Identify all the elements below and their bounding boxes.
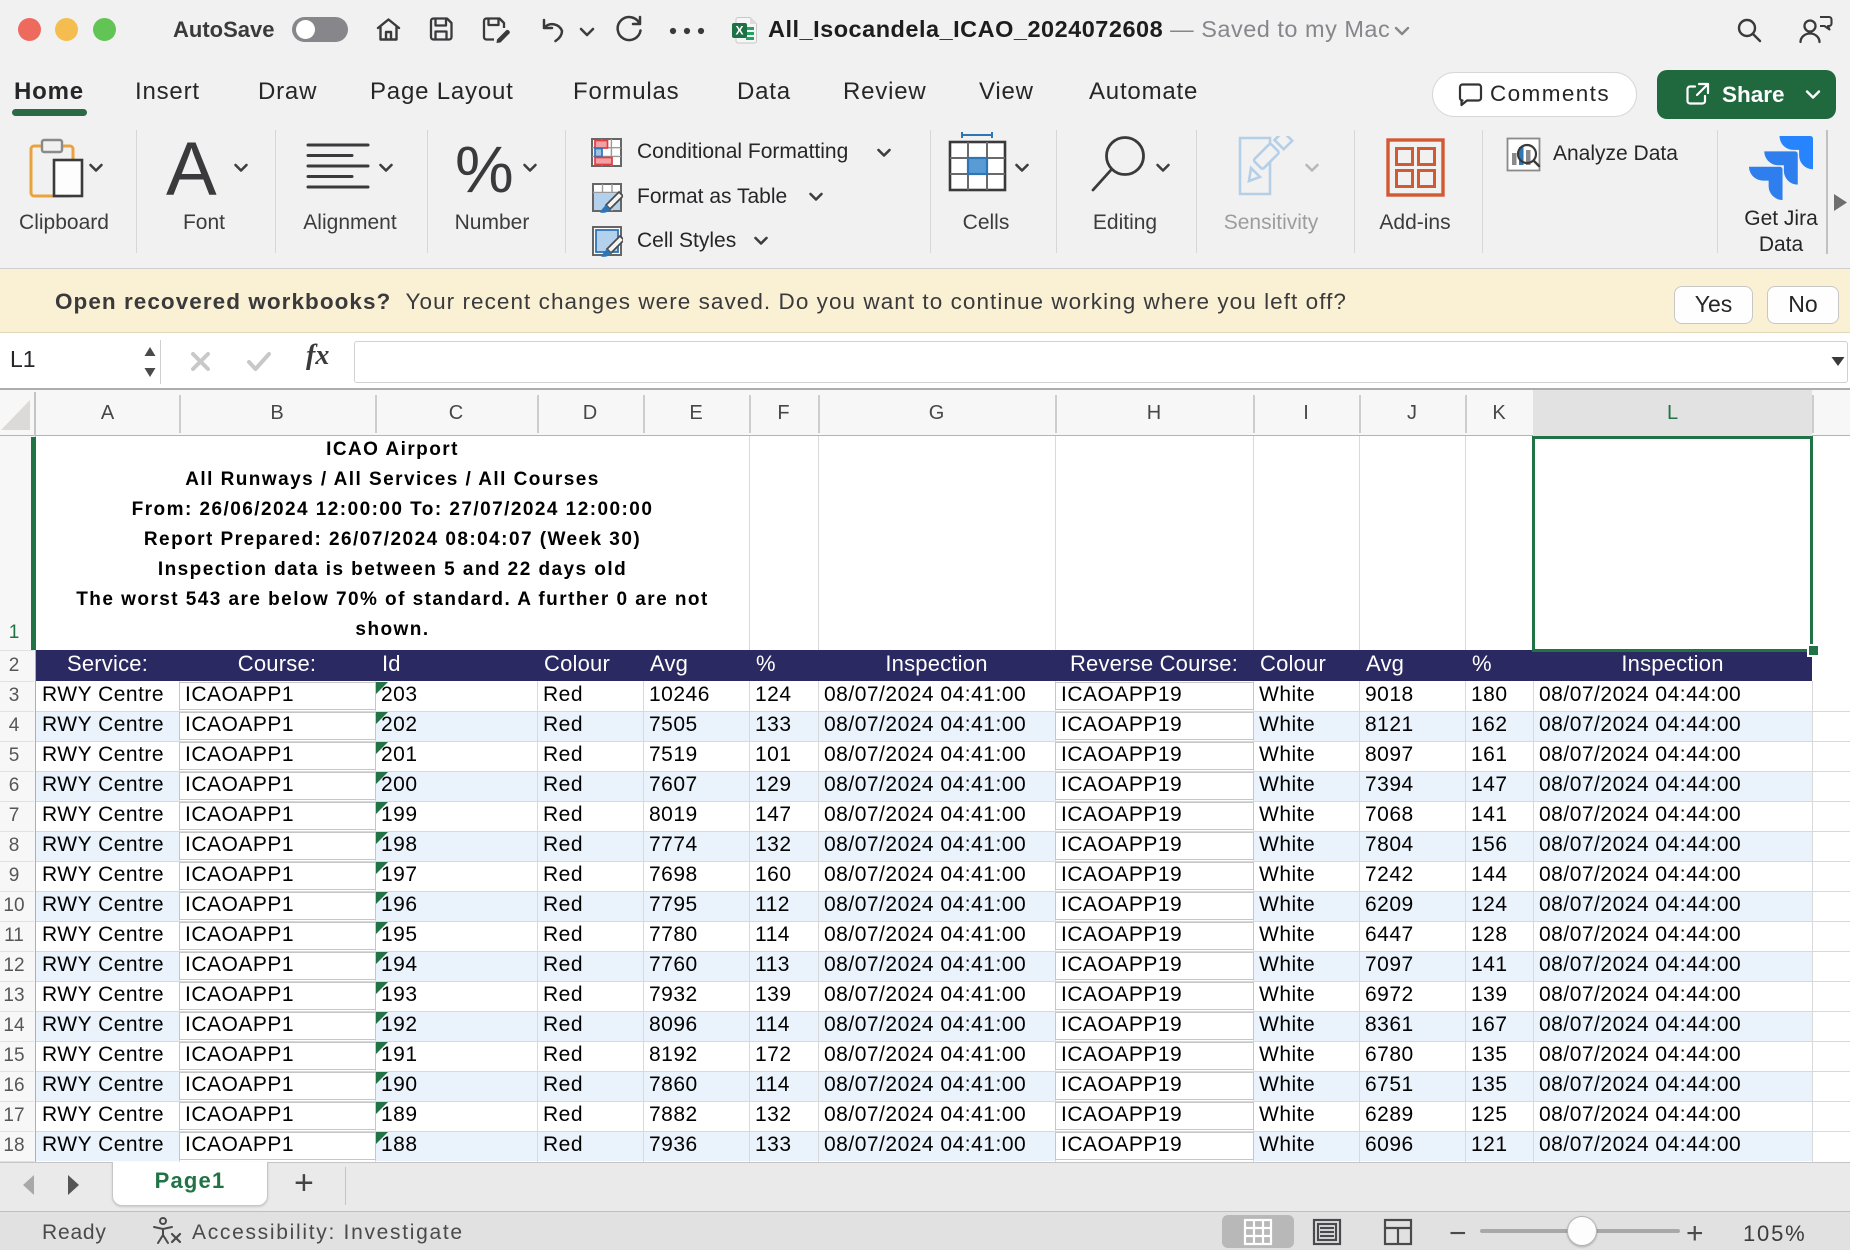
svg-text:X: X [735,24,743,38]
